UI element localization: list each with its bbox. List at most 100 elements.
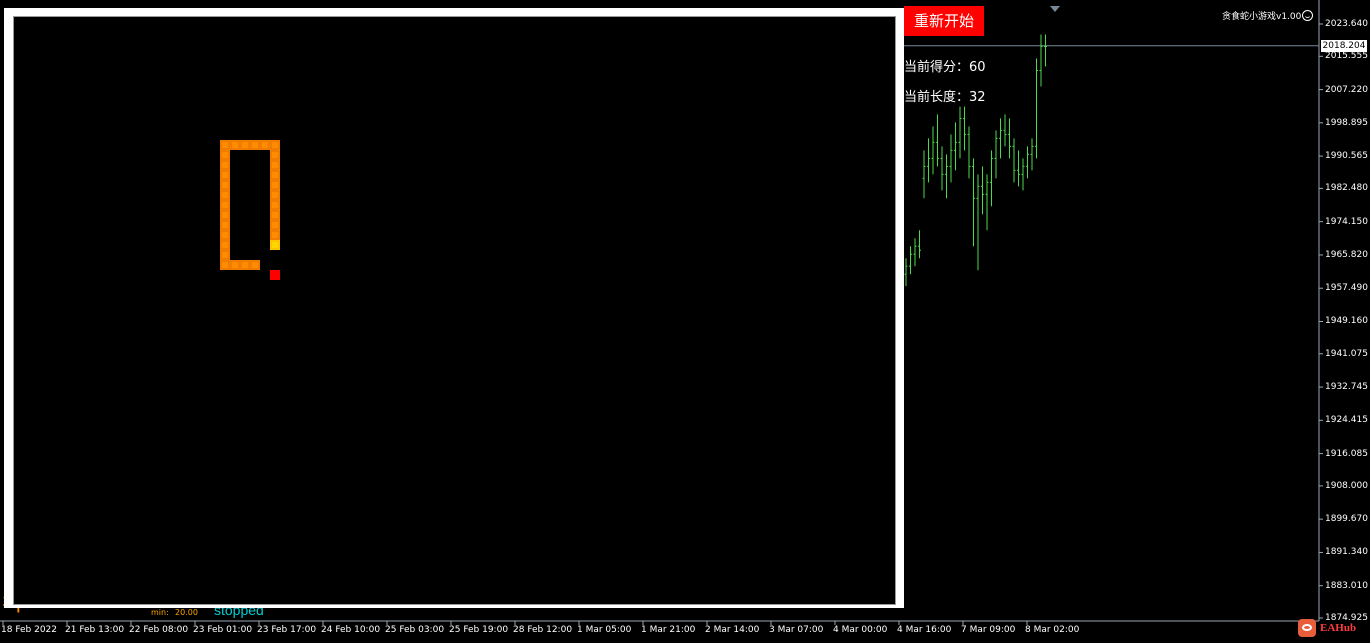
time-label: 1 Mar 05:00 (577, 625, 632, 635)
price-label: 1974.150 (1325, 216, 1368, 227)
price-label: 1965.820 (1325, 249, 1368, 260)
eahub-logo-text: EAHub (1320, 622, 1357, 634)
snake-segment (220, 170, 230, 180)
snake-segment (270, 220, 280, 230)
price-label: 1916.085 (1325, 448, 1368, 459)
score-display: 当前得分：60 (904, 56, 986, 75)
snake-segment (270, 170, 280, 180)
spread-min-label: min: (151, 608, 169, 617)
candle (976, 174, 980, 271)
time-label: 3 Mar 07:00 (769, 625, 824, 635)
length-label: 当前长度： (904, 90, 970, 105)
candle (967, 126, 971, 179)
candle (945, 154, 948, 199)
candle (972, 158, 975, 247)
snake-segment (270, 140, 280, 150)
snake-segment (230, 140, 240, 150)
candle (958, 106, 962, 159)
snake-segment (220, 190, 230, 200)
length-display: 当前长度：32 (904, 86, 986, 105)
spread-min-value: 20.00 (175, 608, 198, 617)
candle (931, 126, 935, 175)
candle (1035, 58, 1038, 159)
score-label: 当前得分： (904, 60, 970, 75)
time-label: 24 Feb 10:00 (321, 625, 381, 635)
snake-segment (220, 160, 230, 170)
price-label: 1924.415 (1325, 415, 1368, 426)
score-value: 60 (969, 60, 986, 75)
eahub-logo: EAHub (1298, 617, 1368, 639)
time-label: 25 Feb 03:00 (385, 625, 445, 635)
candle (1044, 34, 1047, 67)
restart-button[interactable]: 重新开始 (904, 6, 984, 36)
snake-segment (250, 260, 260, 270)
candle (936, 114, 939, 167)
candle (963, 106, 966, 151)
snake-segment (220, 140, 230, 150)
snake-segment (270, 160, 280, 170)
candle (940, 146, 944, 191)
snake-segment (270, 200, 280, 210)
time-label: 21 Feb 13:00 (65, 625, 125, 635)
candle (999, 118, 1002, 159)
game-title: 贪食蛇小游戏v1.00 (1222, 9, 1314, 22)
price-label: 1949.160 (1325, 316, 1368, 327)
eahub-logo-icon (1298, 619, 1316, 637)
price-label: 1990.565 (1325, 151, 1368, 162)
snake-segment (270, 210, 280, 220)
price-label: 1891.340 (1325, 547, 1368, 558)
snake-segment (240, 140, 250, 150)
time-label: 8 Mar 02:00 (1025, 625, 1080, 635)
time-label: 28 Feb 12:00 (513, 625, 573, 635)
snake-segment (270, 150, 280, 160)
snake-segment (220, 210, 230, 220)
snake-segment (220, 150, 230, 160)
snake-segment (220, 180, 230, 190)
candle (904, 258, 908, 287)
candle (1012, 138, 1016, 183)
candle (990, 150, 993, 207)
snake-board-canvas (220, 140, 280, 280)
time-label: 18 Feb 2022 (1, 625, 58, 635)
game-title-text: 贪食蛇小游戏v1.00 (1222, 12, 1302, 22)
snake-head (270, 240, 280, 250)
price-label: 1908.000 (1325, 480, 1368, 491)
chart-shift-marker[interactable] (1050, 6, 1060, 12)
candle (1008, 118, 1011, 159)
time-label: 2 Mar 14:00 (705, 625, 760, 635)
time-label: 25 Feb 19:00 (449, 625, 509, 635)
candle (913, 238, 917, 267)
snake-segment (270, 190, 280, 200)
price-label: 1998.895 (1325, 117, 1368, 128)
candle (1039, 34, 1043, 87)
time-label: 7 Mar 09:00 (961, 625, 1016, 635)
candle (927, 138, 930, 183)
snake-game-window (4, 8, 904, 608)
price-label: 1899.670 (1325, 514, 1368, 525)
candle (1026, 146, 1029, 179)
candle (922, 150, 926, 199)
game-board[interactable] (13, 16, 896, 605)
snake-segment (230, 260, 240, 270)
candle (918, 230, 921, 259)
candle (1021, 158, 1025, 191)
snake-segment (250, 140, 260, 150)
time-label: 23 Feb 17:00 (257, 625, 317, 635)
food-pellet (270, 270, 280, 280)
price-label: 1883.010 (1325, 580, 1368, 591)
snake-segment (240, 260, 250, 270)
candle (1003, 114, 1007, 147)
snake-segment (270, 180, 280, 190)
length-value: 32 (969, 90, 986, 105)
price-label: 1982.480 (1325, 183, 1368, 194)
time-label: 4 Mar 16:00 (897, 625, 952, 635)
price-label: 1941.075 (1325, 348, 1368, 359)
price-label: 2007.220 (1325, 84, 1368, 95)
snake-segment (220, 250, 230, 260)
price-label: 1957.490 (1325, 283, 1368, 294)
smiley-icon[interactable] (1302, 10, 1314, 21)
snake-segment (270, 230, 280, 240)
snake-segment (260, 140, 270, 150)
time-label: 1 Mar 21:00 (641, 625, 696, 635)
candle (994, 130, 998, 179)
